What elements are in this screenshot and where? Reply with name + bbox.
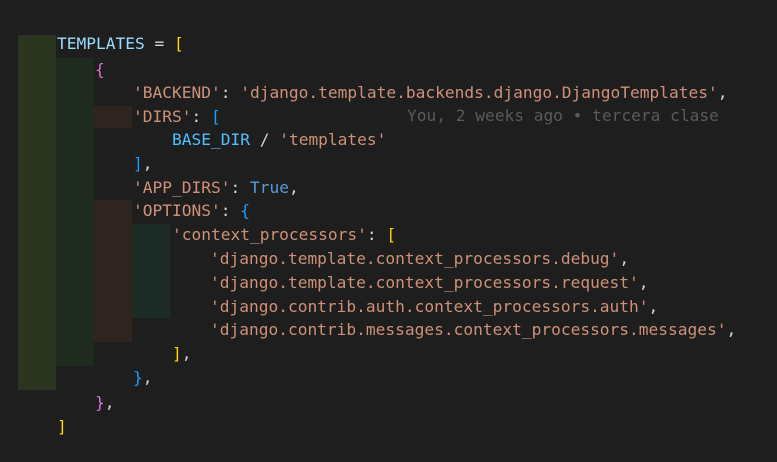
string-token: 'django.contrib.messages.context_process… xyxy=(209,319,727,339)
punctuation-token: , xyxy=(717,82,728,102)
code-line-6: ], xyxy=(94,128,153,173)
code-line-14: ], xyxy=(133,318,192,363)
string-token: 'django.template.backends.django.DjangoT… xyxy=(240,82,718,102)
code-line-8: 'OPTIONS': { xyxy=(94,175,250,220)
string-token: 'templates' xyxy=(279,129,387,149)
bracket-token: ] xyxy=(171,343,182,363)
base-dir-token: BASE_DIR xyxy=(171,129,250,149)
code-line-4: 'DIRS': [ xyxy=(94,81,221,126)
bracket-token: [ xyxy=(173,33,184,53)
code-line-17: ] xyxy=(18,391,67,436)
operator-token: / xyxy=(249,129,280,149)
code-line-5: BASE_DIR / 'templates' xyxy=(133,104,386,149)
indent-guide-1 xyxy=(18,35,56,390)
bracket-token: } xyxy=(94,392,105,412)
punctuation-token: , xyxy=(181,343,192,363)
code-line-13: 'django.contrib.messages.context_process… xyxy=(171,294,736,339)
code-line-7: 'APP_DIRS': True, xyxy=(94,152,299,197)
code-line-12: 'django.contrib.auth.context_processors.… xyxy=(171,271,658,316)
code-editor[interactable]: TEMPLATES = [ { 'BACKEND': 'django.templ… xyxy=(0,0,777,436)
code-line-16: }, xyxy=(56,367,115,412)
punctuation-token: , xyxy=(726,319,737,339)
code-line-1: TEMPLATES = [ xyxy=(18,8,184,53)
code-line-9: 'context_processors': [ xyxy=(133,199,396,244)
code-line-2: { xyxy=(56,34,105,79)
code-line-3: 'BACKEND': 'django.template.backends.dja… xyxy=(94,57,728,102)
bracket-token: ] xyxy=(56,416,67,436)
punctuation-token: , xyxy=(288,177,299,197)
code-line-11: 'django.template.context_processors.requ… xyxy=(171,247,649,292)
git-blame-annotation[interactable]: You, 2 weeks ago • tercera clase xyxy=(407,104,719,128)
code-line-10: 'django.template.context_processors.debu… xyxy=(171,223,629,268)
punctuation-token: , xyxy=(104,392,115,412)
punctuation-token: , xyxy=(142,367,153,387)
code-line-15: }, xyxy=(94,342,153,387)
bracket-token: } xyxy=(132,367,143,387)
punctuation-token: : xyxy=(220,82,241,102)
keyword-token: True xyxy=(249,177,289,197)
operator-token: = xyxy=(144,33,174,53)
